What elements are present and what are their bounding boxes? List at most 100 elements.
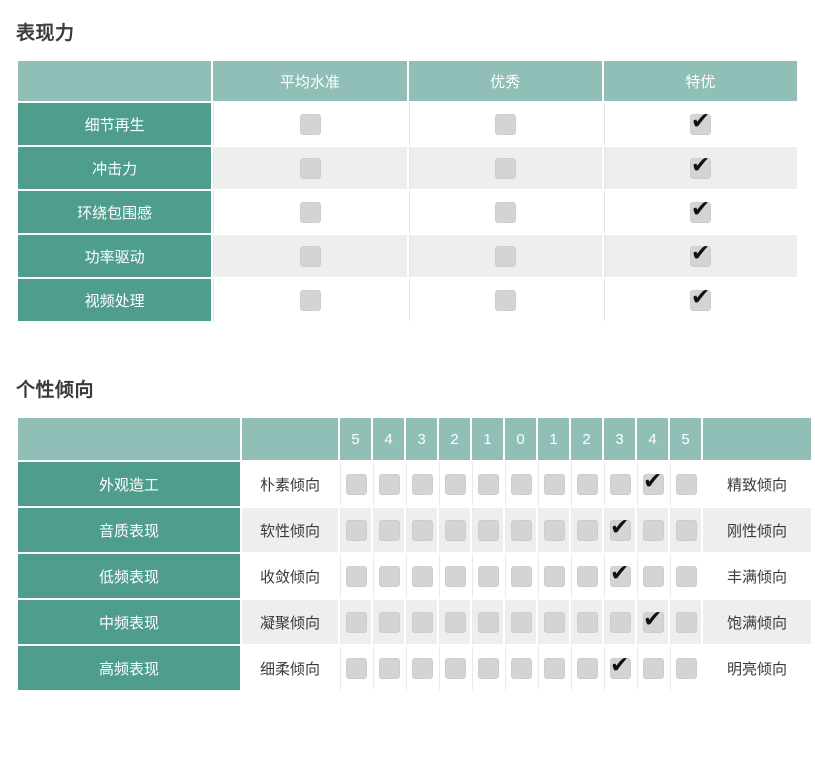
checkbox[interactable] (642, 519, 664, 541)
personality-cell-2-2[interactable] (406, 554, 437, 598)
personality-cell-0-9[interactable] (637, 462, 668, 506)
checkbox[interactable] (675, 565, 697, 587)
checkbox-checked[interactable] (690, 201, 712, 223)
performance-cell-2-0[interactable] (213, 191, 407, 233)
personality-cell-4-4[interactable] (472, 646, 503, 690)
checkbox-checked[interactable] (690, 157, 712, 179)
performance-cell-1-1[interactable] (408, 147, 602, 189)
checkbox[interactable] (411, 565, 433, 587)
personality-cell-3-1[interactable] (373, 600, 404, 644)
personality-cell-1-0[interactable] (340, 508, 371, 552)
personality-cell-2-8[interactable] (604, 554, 635, 598)
personality-cell-4-7[interactable] (571, 646, 602, 690)
personality-cell-1-9[interactable] (637, 508, 668, 552)
performance-cell-0-1[interactable] (408, 103, 602, 145)
checkbox[interactable] (299, 289, 321, 311)
personality-cell-1-6[interactable] (538, 508, 569, 552)
performance-cell-0-2[interactable] (603, 103, 797, 145)
checkbox[interactable] (477, 611, 499, 633)
checkbox[interactable] (675, 611, 697, 633)
checkbox[interactable] (444, 611, 466, 633)
checkbox[interactable] (510, 611, 532, 633)
checkbox[interactable] (495, 113, 517, 135)
personality-cell-2-0[interactable] (340, 554, 371, 598)
performance-cell-4-1[interactable] (408, 279, 602, 321)
checkbox[interactable] (495, 201, 517, 223)
checkbox[interactable] (444, 657, 466, 679)
personality-cell-1-8[interactable] (604, 508, 635, 552)
personality-cell-2-4[interactable] (472, 554, 503, 598)
checkbox[interactable] (495, 289, 517, 311)
checkbox[interactable] (378, 565, 400, 587)
personality-cell-0-6[interactable] (538, 462, 569, 506)
checkbox[interactable] (510, 473, 532, 495)
performance-cell-3-2[interactable] (603, 235, 797, 277)
personality-cell-4-3[interactable] (439, 646, 470, 690)
checkbox[interactable] (609, 473, 631, 495)
checkbox-checked[interactable] (690, 289, 712, 311)
personality-cell-0-8[interactable] (604, 462, 635, 506)
checkbox[interactable] (378, 519, 400, 541)
checkbox[interactable] (345, 657, 367, 679)
personality-cell-1-7[interactable] (571, 508, 602, 552)
personality-cell-3-10[interactable] (670, 600, 701, 644)
personality-cell-3-2[interactable] (406, 600, 437, 644)
checkbox[interactable] (477, 473, 499, 495)
checkbox[interactable] (495, 245, 517, 267)
checkbox[interactable] (576, 657, 598, 679)
checkbox-checked[interactable] (609, 565, 631, 587)
performance-cell-0-0[interactable] (213, 103, 407, 145)
checkbox[interactable] (411, 657, 433, 679)
personality-cell-2-3[interactable] (439, 554, 470, 598)
personality-cell-4-5[interactable] (505, 646, 536, 690)
checkbox[interactable] (345, 473, 367, 495)
performance-cell-3-1[interactable] (408, 235, 602, 277)
personality-cell-2-9[interactable] (637, 554, 668, 598)
personality-cell-2-10[interactable] (670, 554, 701, 598)
personality-cell-3-0[interactable] (340, 600, 371, 644)
personality-cell-4-6[interactable] (538, 646, 569, 690)
personality-cell-2-7[interactable] (571, 554, 602, 598)
checkbox[interactable] (299, 245, 321, 267)
personality-cell-3-6[interactable] (538, 600, 569, 644)
checkbox-checked[interactable] (609, 657, 631, 679)
checkbox[interactable] (543, 473, 565, 495)
checkbox[interactable] (510, 657, 532, 679)
checkbox[interactable] (576, 519, 598, 541)
checkbox-checked[interactable] (690, 245, 712, 267)
personality-cell-1-3[interactable] (439, 508, 470, 552)
checkbox[interactable] (378, 473, 400, 495)
personality-cell-0-1[interactable] (373, 462, 404, 506)
checkbox[interactable] (299, 201, 321, 223)
checkbox[interactable] (444, 519, 466, 541)
checkbox[interactable] (345, 611, 367, 633)
personality-cell-3-8[interactable] (604, 600, 635, 644)
personality-cell-4-0[interactable] (340, 646, 371, 690)
checkbox[interactable] (444, 473, 466, 495)
personality-cell-3-3[interactable] (439, 600, 470, 644)
personality-cell-0-4[interactable] (472, 462, 503, 506)
checkbox[interactable] (675, 519, 697, 541)
checkbox[interactable] (576, 611, 598, 633)
performance-cell-2-1[interactable] (408, 191, 602, 233)
checkbox[interactable] (495, 157, 517, 179)
personality-cell-3-7[interactable] (571, 600, 602, 644)
checkbox[interactable] (378, 611, 400, 633)
personality-cell-0-7[interactable] (571, 462, 602, 506)
personality-cell-3-9[interactable] (637, 600, 668, 644)
personality-cell-3-5[interactable] (505, 600, 536, 644)
personality-cell-0-10[interactable] (670, 462, 701, 506)
checkbox[interactable] (444, 565, 466, 587)
personality-cell-1-10[interactable] (670, 508, 701, 552)
performance-cell-1-0[interactable] (213, 147, 407, 189)
personality-cell-2-5[interactable] (505, 554, 536, 598)
personality-cell-1-2[interactable] (406, 508, 437, 552)
personality-cell-0-0[interactable] (340, 462, 371, 506)
checkbox[interactable] (675, 657, 697, 679)
checkbox[interactable] (345, 565, 367, 587)
performance-cell-3-0[interactable] (213, 235, 407, 277)
performance-cell-4-0[interactable] (213, 279, 407, 321)
personality-cell-1-5[interactable] (505, 508, 536, 552)
personality-cell-3-4[interactable] (472, 600, 503, 644)
checkbox[interactable] (477, 565, 499, 587)
